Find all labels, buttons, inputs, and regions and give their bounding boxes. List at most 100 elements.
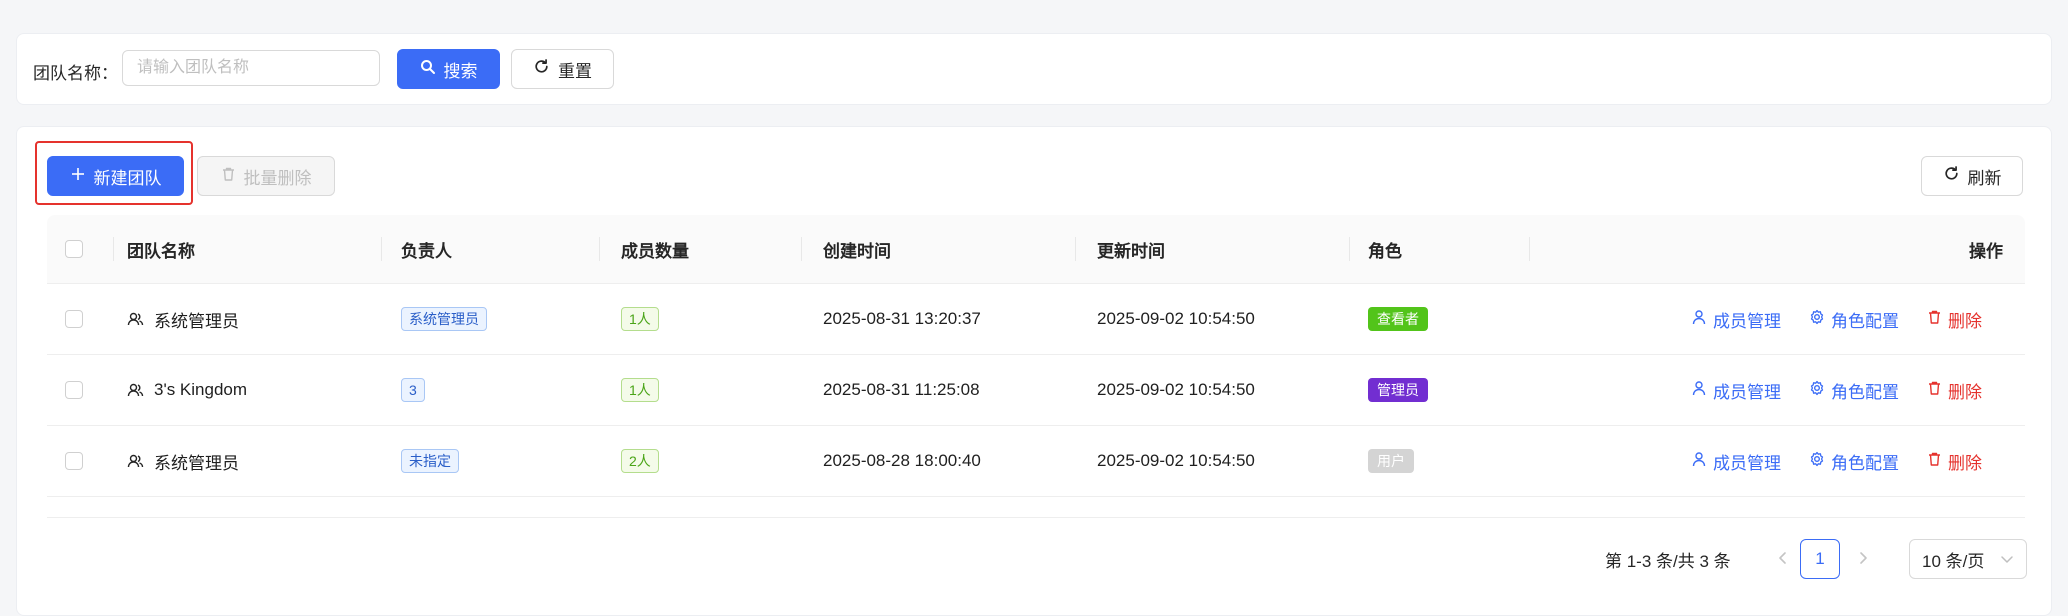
team-table-panel: 新建团队 批量删除 刷新 团队名称 负责人 成员数量 创建时间 更新时间 角色 … (16, 126, 2052, 616)
member-count-tag: 2人 (621, 449, 659, 473)
page-1-button[interactable]: 1 (1800, 539, 1840, 579)
table-row: 系统管理员 未指定 2人 2025-08-28 18:00:40 2025-09… (47, 426, 2025, 497)
column-divider (1529, 237, 1530, 261)
column-divider (801, 237, 802, 261)
role-config-link[interactable]: 角色配置 (1809, 378, 1899, 403)
refresh-button[interactable]: 刷新 (1921, 156, 2023, 196)
delete-link[interactable]: 删除 (1927, 449, 1982, 474)
new-team-button[interactable]: 新建团队 (47, 156, 184, 196)
role-tag: 查看者 (1368, 307, 1428, 331)
reset-button-label: 重置 (558, 61, 592, 81)
role-config-label: 角色配置 (1831, 453, 1899, 473)
role-tag: 管理员 (1368, 378, 1428, 402)
table-row: 系统管理员 系统管理员 1人 2025-08-31 13:20:37 2025-… (47, 284, 2025, 355)
created-at: 2025-08-31 11:25:08 (823, 380, 980, 399)
team-name-label: 团队名称： (33, 64, 118, 83)
gear-icon (1809, 380, 1825, 401)
row-select-cell (65, 355, 83, 425)
owner-cell: 系统管理员 (401, 284, 487, 354)
team-icon (127, 311, 144, 328)
page-size-select[interactable]: 10 条/页 (1909, 539, 2027, 579)
page-size-value: 10 条/页 (1922, 551, 1985, 571)
header-member-count[interactable]: 成员数量 (621, 215, 689, 283)
header-role[interactable]: 角色 (1368, 215, 1402, 283)
batch-delete-button-label: 批量删除 (243, 168, 312, 188)
team-name-cell: 3's Kingdom (127, 355, 247, 425)
delete-label: 删除 (1948, 453, 1982, 473)
role-cell: 查看者 (1368, 284, 1428, 354)
row-select-cell (65, 426, 83, 496)
select-all-checkbox[interactable] (65, 240, 83, 258)
pagination-total: 第 1-3 条/共 3 条 (1605, 551, 1731, 571)
row-checkbox[interactable] (65, 452, 83, 470)
actions-cell: 成员管理 角色配置 删除 (1691, 355, 1982, 425)
trash-icon (1927, 380, 1942, 401)
team-name-cell: 系统管理员 (127, 426, 239, 496)
trash-icon (1927, 451, 1942, 472)
reload-icon (533, 58, 550, 80)
delete-link[interactable]: 删除 (1927, 307, 1982, 332)
chevron-down-icon (2000, 549, 2014, 569)
header-owner[interactable]: 负责人 (401, 215, 452, 283)
role-config-link[interactable]: 角色配置 (1809, 449, 1899, 474)
batch-delete-button[interactable]: 批量删除 (197, 156, 335, 196)
prev-page-button[interactable] (1767, 539, 1799, 579)
reset-button[interactable]: 重置 (511, 49, 614, 89)
updated-at: 2025-09-02 10:54:50 (1097, 451, 1255, 470)
role-tag: 用户 (1368, 449, 1414, 473)
search-icon (420, 59, 436, 80)
column-divider (599, 237, 600, 261)
header-actions: 操作 (1969, 241, 2003, 261)
delete-link[interactable]: 删除 (1927, 378, 1982, 403)
role-config-label: 角色配置 (1831, 382, 1899, 402)
trash-icon (221, 166, 236, 187)
header-updated-at[interactable]: 更新时间 (1097, 215, 1165, 283)
trash-icon (1927, 309, 1942, 330)
delete-label: 删除 (1948, 382, 1982, 402)
updated-at: 2025-09-02 10:54:50 (1097, 380, 1255, 399)
team-icon (127, 382, 144, 399)
owner-tag: 3 (401, 378, 425, 402)
team-name: 系统管理员 (154, 453, 239, 473)
row-select-cell (65, 284, 83, 354)
updated-at: 2025-09-02 10:54:50 (1097, 309, 1255, 328)
member-management-label: 成员管理 (1713, 453, 1781, 473)
header-team-name[interactable]: 团队名称 (127, 215, 195, 283)
created-at: 2025-08-31 13:20:37 (823, 309, 981, 328)
select-all-cell (65, 215, 83, 283)
actions-cell: 成员管理 角色配置 删除 (1691, 284, 1982, 354)
refresh-icon (1943, 165, 1960, 187)
column-divider (1349, 237, 1350, 261)
chevron-right-icon (1858, 549, 1868, 570)
member-management-link[interactable]: 成员管理 (1691, 307, 1781, 332)
table-row: 3's Kingdom 3 1人 2025-08-31 11:25:08 202… (47, 355, 2025, 426)
column-divider (1075, 237, 1076, 261)
team-name-cell: 系统管理员 (127, 284, 239, 354)
member-count-cell: 1人 (621, 355, 659, 425)
header-created-at[interactable]: 创建时间 (823, 215, 891, 283)
next-page-button[interactable] (1847, 539, 1879, 579)
member-count-tag: 1人 (621, 307, 659, 331)
team-name: 系统管理员 (154, 311, 239, 331)
member-count-tag: 1人 (621, 378, 659, 402)
gear-icon (1809, 309, 1825, 330)
table-header: 团队名称 负责人 成员数量 创建时间 更新时间 角色 操作 (47, 215, 2025, 284)
row-checkbox[interactable] (65, 310, 83, 328)
role-config-label: 角色配置 (1831, 311, 1899, 331)
user-icon (1691, 309, 1707, 330)
role-cell: 用户 (1368, 426, 1414, 496)
user-icon (1691, 451, 1707, 472)
member-management-label: 成员管理 (1713, 311, 1781, 331)
member-management-link[interactable]: 成员管理 (1691, 449, 1781, 474)
new-team-button-label: 新建团队 (93, 168, 162, 188)
row-checkbox[interactable] (65, 381, 83, 399)
search-button[interactable]: 搜索 (397, 49, 500, 89)
delete-label: 删除 (1948, 311, 1982, 331)
team-icon (127, 453, 144, 470)
team-name-search-input[interactable] (122, 50, 380, 86)
owner-tag: 未指定 (401, 449, 459, 473)
role-config-link[interactable]: 角色配置 (1809, 307, 1899, 332)
member-management-link[interactable]: 成员管理 (1691, 378, 1781, 403)
created-at: 2025-08-28 18:00:40 (823, 451, 981, 470)
owner-cell: 3 (401, 355, 425, 425)
